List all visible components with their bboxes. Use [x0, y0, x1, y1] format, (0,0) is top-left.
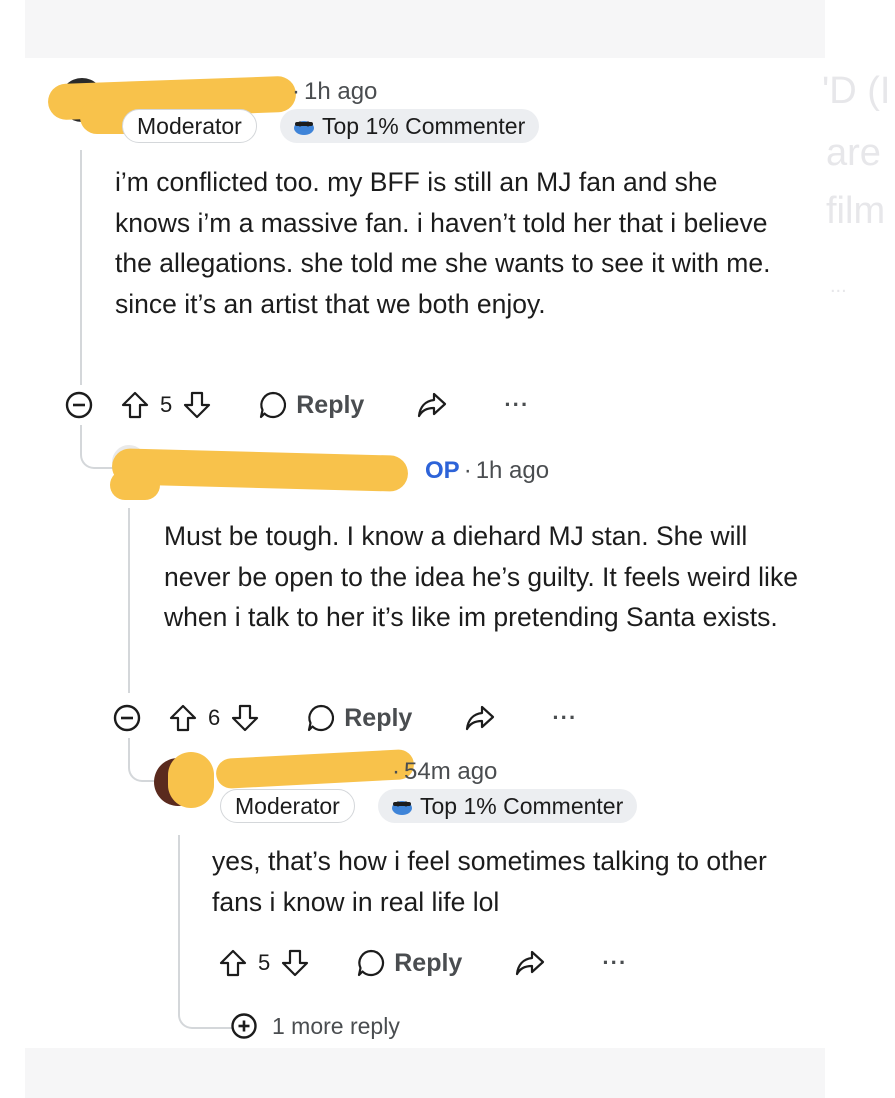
- more-options-button[interactable]: ···: [602, 950, 627, 976]
- timestamp: 1h ago: [304, 78, 378, 105]
- action-bar: 5 Reply ···: [64, 385, 529, 425]
- upvote-icon[interactable]: [168, 703, 198, 733]
- downvote-icon[interactable]: [182, 390, 212, 420]
- more-replies-label: 1 more reply: [272, 1012, 400, 1039]
- top-commenter-badge: Top 1% Commenter: [378, 789, 638, 823]
- upvote-icon[interactable]: [120, 390, 150, 420]
- bottom-band: [25, 1048, 825, 1098]
- reply-button[interactable]: Reply: [258, 390, 364, 420]
- moderator-badge: Moderator: [122, 109, 257, 143]
- reply-button[interactable]: Reply: [306, 703, 412, 733]
- comment-icon: [356, 948, 386, 978]
- reply-button[interactable]: Reply: [356, 948, 462, 978]
- expand-icon: [230, 1012, 258, 1040]
- top-commenter-icon: [292, 116, 316, 136]
- vote-score: 5: [160, 392, 173, 417]
- upvote-icon[interactable]: [218, 948, 248, 978]
- background-ghost-text-3: film: [826, 190, 886, 232]
- thread-branch-1: [80, 425, 116, 469]
- comment-body: i’m conflicted too. my BFF is still an M…: [115, 167, 771, 319]
- collapse-icon[interactable]: [64, 390, 94, 420]
- thread-line-1: [80, 150, 82, 385]
- comment-meta: · 54m ago: [392, 758, 498, 785]
- timestamp: 1h ago: [475, 457, 550, 484]
- reply-label: Reply: [394, 948, 463, 977]
- top-band: [25, 0, 825, 58]
- comment-meta: · 1h ago: [292, 78, 378, 105]
- redacted-username-extra: [110, 470, 160, 500]
- comment-body: Must be tough. I know a diehard MJ stan.…: [164, 521, 798, 632]
- op-label: OP: [425, 457, 460, 484]
- thread-line-3: [178, 835, 180, 980]
- more-options-button[interactable]: ···: [552, 705, 577, 731]
- downvote-icon[interactable]: [280, 948, 310, 978]
- reply-label: Reply: [344, 703, 413, 732]
- reply-label: Reply: [296, 390, 365, 419]
- action-bar: 6 Reply ···: [112, 698, 577, 738]
- redacted-avatar: [168, 752, 214, 808]
- background-ghost-text-2: are: [826, 132, 881, 174]
- top-commenter-label: Top 1% Commenter: [322, 113, 526, 139]
- comment-icon: [306, 703, 336, 733]
- share-icon[interactable]: [514, 948, 546, 978]
- background-ghost-text-4: ...: [830, 275, 847, 297]
- comment-body: yes, that’s how i feel sometimes talking…: [212, 846, 767, 917]
- share-icon[interactable]: [464, 703, 496, 733]
- top-commenter-icon: [390, 796, 414, 816]
- action-bar: 5 Reply ···: [218, 943, 627, 983]
- more-options-button[interactable]: ···: [504, 392, 529, 418]
- moderator-badge: Moderator: [220, 789, 355, 823]
- redacted-username: [215, 748, 415, 790]
- collapse-icon[interactable]: [112, 703, 142, 733]
- vote-score: 6: [208, 705, 221, 730]
- comment-meta: OP · 1h ago: [425, 457, 550, 484]
- thread-branch-more: [178, 975, 232, 1029]
- share-icon[interactable]: [416, 390, 448, 420]
- comment-icon: [258, 390, 288, 420]
- downvote-icon[interactable]: [230, 703, 260, 733]
- timestamp: 54m ago: [404, 758, 498, 785]
- vote-score: 5: [258, 950, 271, 975]
- thread-line-2: [128, 508, 130, 693]
- top-commenter-badge: Top 1% Commenter: [280, 109, 540, 143]
- background-ghost-text-1: 'D (I: [822, 70, 891, 112]
- more-replies-button[interactable]: 1 more reply: [230, 1012, 400, 1040]
- top-commenter-label: Top 1% Commenter: [420, 793, 624, 819]
